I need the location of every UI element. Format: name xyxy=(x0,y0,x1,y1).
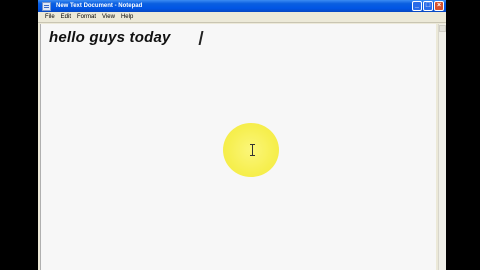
vertical-scrollbar[interactable] xyxy=(438,24,446,270)
scroll-up-arrow-icon[interactable] xyxy=(439,25,446,32)
text-caret xyxy=(198,31,204,45)
close-button[interactable]: × xyxy=(434,1,444,11)
menu-format[interactable]: Format xyxy=(74,14,99,20)
notepad-icon[interactable] xyxy=(42,1,51,11)
menu-bar: File Edit Format View Help xyxy=(38,12,446,23)
editor-text: hello guys today xyxy=(49,29,171,46)
menu-file[interactable]: File xyxy=(42,14,58,20)
title-bar[interactable]: New Text Document - Notepad _ □ × xyxy=(38,0,446,12)
menu-help[interactable]: Help xyxy=(118,14,136,20)
window-title: New Text Document - Notepad xyxy=(56,3,143,9)
maximize-button[interactable]: □ xyxy=(423,1,433,11)
window-controls: _ □ × xyxy=(412,1,444,11)
ibeam-cursor-icon xyxy=(248,144,257,156)
menu-edit[interactable]: Edit xyxy=(58,14,74,20)
menu-view[interactable]: View xyxy=(99,14,118,20)
minimize-button[interactable]: _ xyxy=(412,1,422,11)
